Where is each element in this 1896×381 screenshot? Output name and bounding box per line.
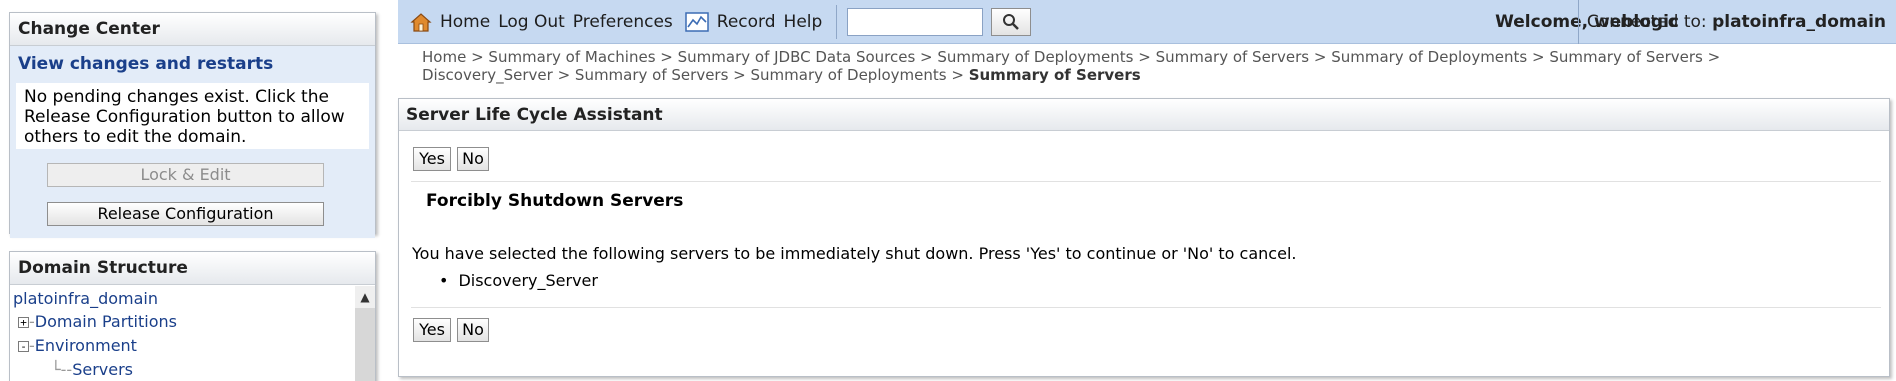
tree-item-label[interactable]: Servers [72, 360, 133, 379]
expand-icon[interactable]: + [18, 317, 29, 328]
tree-root-domain[interactable]: platoinfra_domain [13, 289, 158, 308]
no-button-bottom[interactable]: No [457, 318, 489, 342]
search-button[interactable] [991, 7, 1032, 36]
divider [411, 181, 1881, 182]
tree-scrollbar[interactable]: ▲ [355, 286, 375, 381]
breadcrumb-item[interactable]: Summary of Servers > [575, 66, 746, 84]
assistant-title: Server Life Cycle Assistant [399, 99, 1889, 131]
tree-item-label[interactable]: Domain Partitions [35, 312, 177, 331]
connected-domain: Connected to: platoinfra_domain [1577, 0, 1896, 44]
breadcrumb-item[interactable]: Summary of JDBC Data Sources > [678, 48, 933, 66]
lock-edit-button[interactable]: Lock & Edit [47, 163, 324, 187]
breadcrumb: Home > Summary of Machines > Summary of … [422, 48, 1772, 84]
section-title: Forcibly Shutdown Servers [426, 191, 684, 211]
view-changes-link[interactable]: View changes and restarts [18, 54, 367, 83]
change-center-title: Change Center [10, 13, 375, 46]
release-configuration-button[interactable]: Release Configuration [47, 202, 324, 226]
search-icon [1003, 13, 1020, 30]
selected-servers-list: Discovery_Server [439, 271, 598, 290]
divider [411, 307, 1881, 308]
tree-item-environment[interactable]: - -Environment [18, 336, 137, 355]
tree-item-servers[interactable]: └--Servers [51, 360, 133, 379]
breadcrumb-item[interactable]: Summary of Servers > [1549, 48, 1720, 66]
home-link[interactable]: Home [440, 12, 490, 32]
server-lifecycle-assistant-panel: Server Life Cycle Assistant Yes No Forci… [398, 98, 1890, 377]
logout-link[interactable]: Log Out [498, 12, 565, 32]
connected-label: Connected to: [1586, 12, 1707, 32]
yes-button-top[interactable]: Yes [413, 147, 451, 171]
toolbar-divider [836, 4, 838, 39]
tree-item-domain-partitions[interactable]: + -Domain Partitions [18, 312, 177, 331]
record-icon[interactable] [685, 11, 709, 32]
breadcrumb-item[interactable]: Summary of Servers > [1156, 48, 1327, 66]
domain-structure-title: Domain Structure [10, 252, 375, 285]
breadcrumb-item[interactable]: Summary of Machines > [488, 48, 672, 66]
collapse-icon[interactable]: - [18, 341, 29, 352]
breadcrumb-current: Summary of Servers [968, 66, 1141, 84]
tree-item-label[interactable]: Environment [35, 336, 137, 355]
domain-structure-panel: Domain Structure platoinfra_domain + -Dom… [9, 251, 376, 381]
domain-name: platoinfra_domain [1712, 12, 1886, 32]
yes-button-bottom[interactable]: Yes [413, 318, 451, 342]
list-item: Discovery_Server [439, 271, 598, 290]
no-button-top[interactable]: No [457, 147, 489, 171]
breadcrumb-item[interactable]: Summary of Deployments > [937, 48, 1150, 66]
confirm-message: You have selected the following servers … [412, 244, 1297, 263]
pending-changes-message: No pending changes exist. Click the Rele… [16, 83, 369, 149]
preferences-link[interactable]: Preferences [573, 12, 673, 32]
breadcrumb-item[interactable]: Summary of Deployments > [1331, 48, 1544, 66]
record-link[interactable]: Record [717, 12, 776, 32]
change-center-panel: Change Center View changes and restarts … [9, 12, 376, 238]
help-link[interactable]: Help [784, 12, 823, 32]
top-toolbar: Home Log Out Preferences Record Help Wel… [398, 0, 1896, 44]
breadcrumb-item[interactable]: Home > [422, 48, 484, 66]
search-input[interactable] [847, 7, 984, 36]
home-icon[interactable] [410, 11, 432, 33]
breadcrumb-item[interactable]: Discovery_Server > [422, 66, 570, 84]
breadcrumb-item[interactable]: Summary of Deployments > [751, 66, 964, 84]
scroll-up-icon[interactable]: ▲ [355, 286, 375, 308]
